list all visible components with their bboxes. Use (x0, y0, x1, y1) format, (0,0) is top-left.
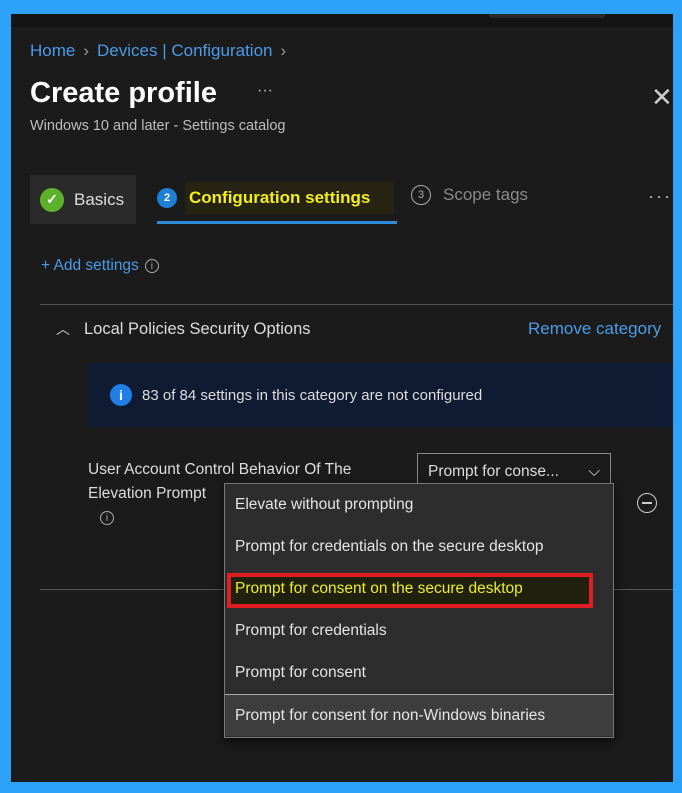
step-number-icon: 2 (157, 188, 177, 208)
tabs-more-button[interactable]: ··· (648, 186, 672, 207)
top-bar-handle (489, 14, 605, 18)
dropdown-option[interactable]: Prompt for credentials on the secure des… (225, 526, 613, 568)
chevron-right-icon: › (280, 41, 287, 60)
tab-scope-tags[interactable]: 3 Scope tags (411, 185, 528, 205)
dropdown-option[interactable]: Prompt for consent for non-Windows binar… (225, 694, 613, 736)
info-icon: i (110, 384, 132, 406)
breadcrumb-home[interactable]: Home (30, 41, 75, 60)
category-title: Local Policies Security Options (84, 319, 311, 338)
banner-text: 83 of 84 settings in this category are n… (142, 386, 483, 404)
dropdown-option[interactable]: Prompt for consent (225, 652, 613, 694)
page-subtitle: Windows 10 and later - Settings catalog (30, 118, 286, 134)
add-settings-link[interactable]: + Add settings i (41, 257, 159, 275)
breadcrumb-devices-configuration[interactable]: Devices | Configuration (97, 41, 272, 60)
chevron-down-icon: ⌵ (588, 463, 600, 480)
dropdown-option-highlighted[interactable]: Prompt for consent on the secure desktop (225, 568, 613, 610)
dropdown-menu: Elevate without prompting Prompt for cre… (224, 483, 614, 738)
create-profile-panel: Home › Devices | Configuration › Create pro… (11, 14, 673, 782)
page-title: Create profile (30, 77, 217, 109)
divider (40, 304, 673, 305)
tab-basics[interactable]: ✓ Basics (30, 175, 136, 224)
remove-category-link[interactable]: Remove category (528, 319, 661, 339)
dropdown-option[interactable]: Elevate without prompting (225, 484, 613, 526)
tab-label: Scope tags (443, 185, 529, 204)
chevron-right-icon: › (83, 41, 90, 60)
checkmark-icon: ✓ (40, 187, 64, 212)
more-options-button[interactable]: ··· (257, 82, 273, 100)
category-header[interactable]: ︿ Local Policies Security Options (56, 319, 311, 339)
tab-label: Configuration settings (185, 182, 395, 214)
tab-label: Basics (74, 189, 125, 209)
close-icon[interactable]: ✕ (651, 82, 673, 113)
dropdown-value: Prompt for conse... (428, 463, 559, 480)
add-settings-label: + Add settings (41, 257, 139, 274)
info-icon[interactable]: i (100, 511, 114, 525)
tab-configuration-settings[interactable]: 2 Configuration settings (157, 175, 398, 224)
remove-setting-icon[interactable] (637, 493, 657, 513)
info-banner: i 83 of 84 settings in this category are … (88, 363, 673, 427)
top-bar (11, 14, 673, 27)
breadcrumb: Home › Devices | Configuration › (30, 41, 294, 61)
chevron-up-icon[interactable]: ︿ (56, 319, 70, 339)
info-icon: i (144, 259, 159, 273)
step-number-icon: 3 (411, 185, 431, 205)
dropdown-option[interactable]: Prompt for credentials (225, 610, 613, 652)
